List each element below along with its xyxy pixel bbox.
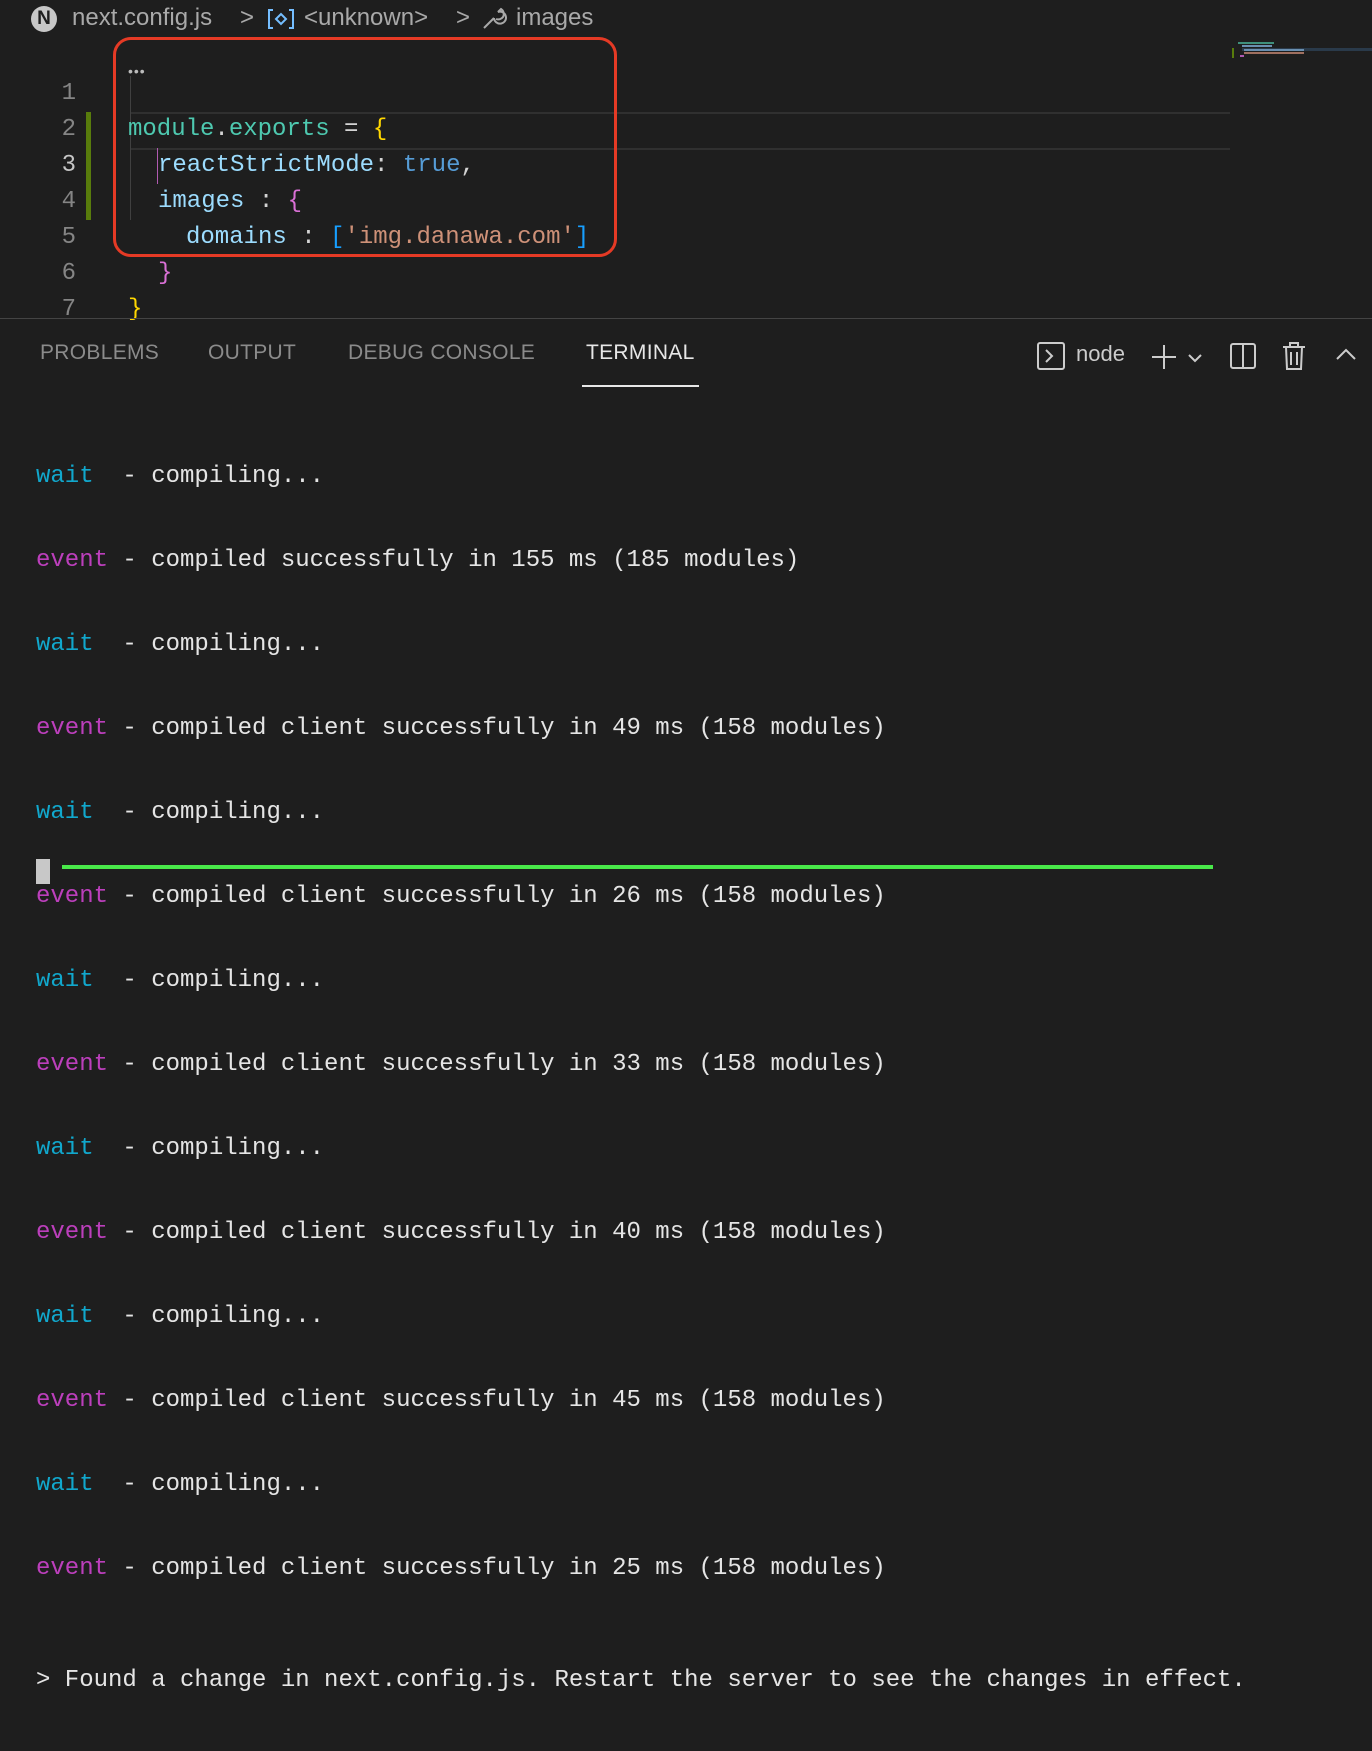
terminal-line: wait - compiling... xyxy=(36,799,1246,827)
terminal-keyword: wait xyxy=(36,463,94,490)
tab-problems[interactable]: PROBLEMS xyxy=(40,341,159,365)
terminal-pad xyxy=(108,715,122,742)
breadcrumb-separator: > xyxy=(240,4,255,31)
code-line: 7 xyxy=(0,256,1230,323)
terminal-text: - compiling... xyxy=(122,967,325,994)
terminal-pad xyxy=(108,1387,122,1414)
terminal-text: - compiled client successfully in 33 ms … xyxy=(122,1051,886,1078)
breadcrumb-file[interactable]: next.config.js xyxy=(72,4,212,32)
terminal-line: wait - compiling... xyxy=(36,1471,1246,1499)
symbol-namespace-icon xyxy=(268,9,294,29)
terminal-pad xyxy=(94,1303,123,1330)
terminal-text: - compiling... xyxy=(122,463,325,490)
terminal-line: event - compiled client successfully in … xyxy=(36,883,1246,911)
terminal-pad xyxy=(108,883,122,910)
terminal-keyword: event xyxy=(36,1387,109,1414)
terminal-line: wait - compiling... xyxy=(36,631,1246,659)
terminal-keyword: wait xyxy=(36,1471,94,1498)
chevron-up-icon[interactable] xyxy=(1334,345,1358,365)
wrench-icon xyxy=(483,7,507,29)
terminal-pad xyxy=(108,547,122,574)
terminal-text: - compiling... xyxy=(122,1303,325,1330)
terminal-keyword: wait xyxy=(36,1135,94,1162)
tab-terminal[interactable]: TERMINAL xyxy=(586,341,695,365)
code-editor[interactable]: 1 module.exports = { ••• 2 reactStrictMo… xyxy=(0,37,1372,323)
terminal-pad xyxy=(108,1219,122,1246)
terminal-keyword: event xyxy=(36,715,109,742)
chevron-down-icon[interactable] xyxy=(1186,349,1204,367)
terminal-pad xyxy=(94,463,123,490)
terminal-keyword: wait xyxy=(36,631,94,658)
split-terminal-icon[interactable] xyxy=(1228,341,1258,371)
terminal-text: - compiled client successfully in 26 ms … xyxy=(122,883,886,910)
terminal-line: event - compiled client successfully in … xyxy=(36,715,1246,743)
terminal-pad xyxy=(94,799,123,826)
minimap[interactable] xyxy=(1232,40,1372,70)
breadcrumb-property[interactable]: images xyxy=(516,4,593,32)
active-tab-indicator xyxy=(582,385,699,387)
terminal-pad xyxy=(94,1135,123,1162)
terminal-keyword: event xyxy=(36,1219,109,1246)
terminal-line: wait - compiling... xyxy=(36,463,1246,491)
terminal-line: event - compiled client successfully in … xyxy=(36,1555,1246,1583)
terminal-pad xyxy=(108,1555,122,1582)
terminal-cursor xyxy=(36,859,50,884)
terminal-line: event - compiled client successfully in … xyxy=(36,1219,1246,1247)
terminal-text: - compiling... xyxy=(122,1471,325,1498)
terminal-pad xyxy=(94,1471,123,1498)
terminal-line: event - compiled client successfully in … xyxy=(36,1387,1246,1415)
terminal-text: - compiled client successfully in 45 ms … xyxy=(122,1387,886,1414)
terminal-keyword: event xyxy=(36,1555,109,1582)
trash-icon[interactable] xyxy=(1280,341,1308,371)
nextjs-logo-icon: N xyxy=(31,6,57,32)
terminal-keyword: wait xyxy=(36,799,94,826)
terminal-text: - compiled client successfully in 40 ms … xyxy=(122,1219,886,1246)
terminal-line: wait - compiling... xyxy=(36,1135,1246,1163)
tab-debug-console[interactable]: DEBUG CONSOLE xyxy=(348,341,535,365)
terminal-pad xyxy=(94,631,123,658)
terminal-text: - compiling... xyxy=(122,799,325,826)
terminal-line: wait - compiling... xyxy=(36,1303,1246,1331)
terminal-text: - compiling... xyxy=(122,1135,325,1162)
bottom-panel: PROBLEMS OUTPUT DEBUG CONSOLE TERMINAL n… xyxy=(0,318,1372,1694)
terminal-line: event - compiled client successfully in … xyxy=(36,1051,1246,1079)
terminal-line: wait - compiling... xyxy=(36,967,1246,995)
terminal-line: event - compiled successfully in 155 ms … xyxy=(36,547,1246,575)
terminal-text: - compiling... xyxy=(122,631,325,658)
terminal-restart-message: > Found a change in next.config.js. Rest… xyxy=(36,1667,1246,1694)
terminal-text: - compiled client successfully in 49 ms … xyxy=(122,715,886,742)
terminal-text: - compiled successfully in 155 ms (185 m… xyxy=(122,547,800,574)
add-terminal-icon[interactable] xyxy=(1150,343,1178,371)
breadcrumb-separator: > xyxy=(456,4,471,31)
terminal-keyword: event xyxy=(36,883,109,910)
terminal-keyword: event xyxy=(36,1051,109,1078)
terminal-keyword: event xyxy=(36,547,109,574)
annotation-highlight-box xyxy=(113,37,617,257)
breadcrumb: N next.config.js > <unknown> > images xyxy=(0,0,1372,38)
terminal-text: - compiled client successfully in 25 ms … xyxy=(122,1555,886,1582)
annotation-underline xyxy=(62,865,1213,869)
terminal-keyword: wait xyxy=(36,967,94,994)
terminal-keyword: wait xyxy=(36,1303,94,1330)
terminal-selector[interactable]: node xyxy=(1076,341,1125,367)
tab-output[interactable]: OUTPUT xyxy=(208,341,296,365)
breadcrumb-symbol[interactable]: <unknown> xyxy=(304,4,428,32)
terminal-output[interactable]: wait - compiling... event - compiled suc… xyxy=(36,407,1246,1751)
terminal-pad xyxy=(94,967,123,994)
terminal-pad xyxy=(108,1051,122,1078)
terminal-icon xyxy=(1037,342,1065,370)
